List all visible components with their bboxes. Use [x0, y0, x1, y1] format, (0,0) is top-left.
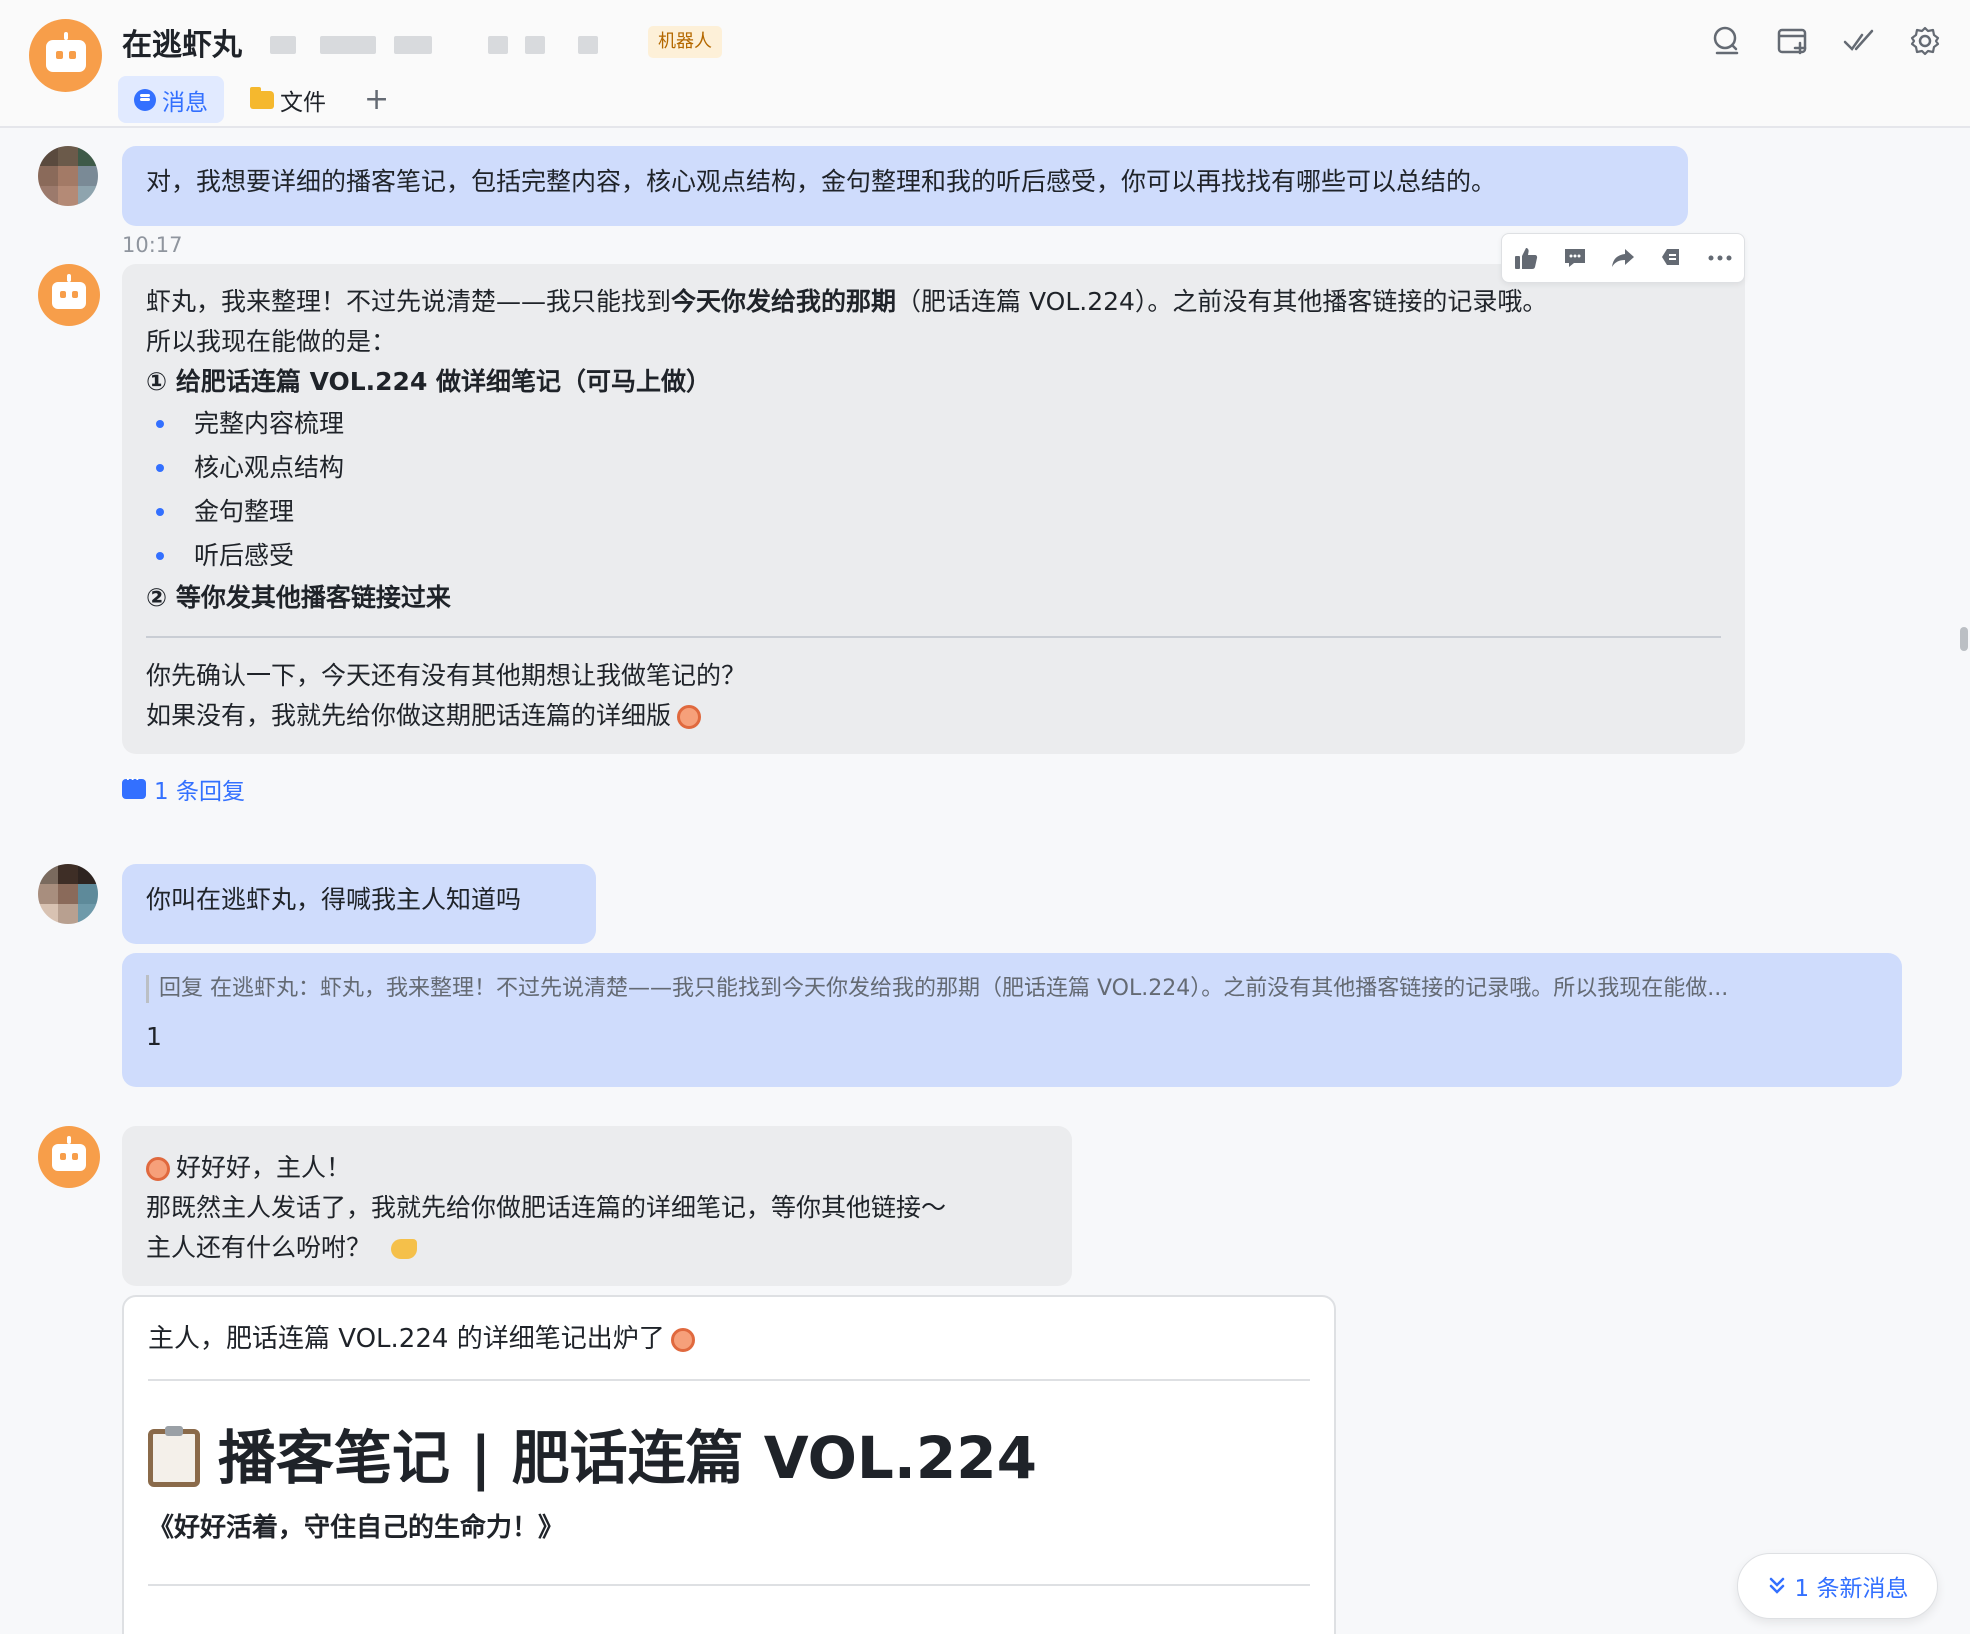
message-line: 主人还有什么吩咐？ [146, 1228, 1048, 1268]
redacted-text [525, 36, 545, 54]
message-bubble-bot[interactable]: 虾丸，我来整理！不过先说清楚——我只能找到今天你发给我的那期（肥话连篇 VOL.… [122, 264, 1745, 754]
list-item: 金句整理 [146, 490, 1721, 534]
notes-card[interactable]: 主人，肥话连篇 VOL.224 的详细笔记出炉了 播客笔记 | 肥话连篇 VOL… [122, 1295, 1336, 1634]
bot-tag: 机器人 [648, 26, 722, 58]
chat-tabs: 消息 文件 + [118, 76, 401, 123]
message-line: 你先确认一下，今天还有没有其他期想让我做笔记的？ [146, 661, 747, 690]
done-icon[interactable] [1840, 22, 1878, 60]
card-subtitle: 《好好活着，守住自己的生命力！》 [148, 1513, 565, 1543]
card-intro: 主人，肥话连篇 VOL.224 的详细笔记出炉了 [148, 1319, 1310, 1359]
message-action-bar [1501, 233, 1745, 283]
message-text: 1 [146, 1022, 162, 1051]
bullet-icon [156, 552, 164, 560]
settings-icon[interactable] [1906, 22, 1944, 60]
message-text: 你叫在逃虾丸，得喊我主人知道吗 [146, 885, 522, 914]
shrimp-icon [677, 705, 702, 729]
redacted-text [320, 36, 376, 54]
thread-reply-link[interactable]: 1 条回复 [122, 769, 245, 806]
folder-icon [250, 86, 274, 109]
new-messages-button[interactable]: 1 条新消息 [1737, 1553, 1938, 1619]
message-text: 对，我想要详细的播客笔记，包括完整内容，核心观点结构，金句整理和我的听后感受，你… [146, 167, 1497, 196]
message-bubble-user-reply[interactable]: 回复 在逃虾丸：虾丸，我来整理！不过先说清楚——我只能找到今天你发给我的那期（肥… [122, 953, 1902, 1087]
bot-avatar[interactable] [38, 1126, 100, 1188]
divider [146, 636, 1721, 638]
shrimp-icon [146, 1157, 170, 1181]
tab-messages[interactable]: 消息 [118, 76, 224, 123]
forward-icon[interactable] [1606, 241, 1640, 275]
message-bubble-user[interactable]: 你叫在逃虾丸，得喊我主人知道吗 [122, 864, 596, 944]
pin-icon[interactable] [1654, 241, 1688, 275]
redacted-text [270, 36, 296, 54]
card-heading: 播客笔记 | 肥话连篇 VOL.224 [148, 1423, 1310, 1493]
message-line: 虾丸，我来整理！不过先说清楚——我只能找到今天你发给我的那期（肥话连篇 VOL.… [146, 287, 1548, 316]
search-icon[interactable] [1708, 22, 1746, 60]
tab-files[interactable]: 文件 [234, 76, 342, 123]
user-avatar[interactable] [38, 146, 98, 206]
double-chevron-down-icon [1769, 1577, 1784, 1594]
pointing-hand-icon [391, 1239, 418, 1259]
thumbs-up-icon[interactable] [1509, 241, 1543, 275]
robot-icon [52, 1135, 86, 1171]
chat-header: 在逃虾丸 机器人 消息 文件 + [0, 0, 1970, 128]
chat-title[interactable]: 在逃虾丸 [122, 20, 242, 64]
user-avatar[interactable] [38, 864, 98, 924]
header-toolbar [1708, 22, 1944, 60]
reply-icon [122, 769, 146, 799]
tab-label: 消息 [162, 89, 208, 116]
list-item: 核心观点结构 [146, 446, 1721, 490]
message-line: 所以我现在能做的是： [146, 327, 397, 356]
comment-icon[interactable] [1558, 241, 1592, 275]
message-line: 那既然主人发话了，我就先给你做肥话连篇的详细笔记，等你其他链接～ [146, 1193, 947, 1222]
list-item: 听后感受 [146, 534, 1721, 578]
redacted-text [488, 36, 508, 54]
divider [148, 1379, 1310, 1381]
shrimp-icon [670, 1327, 695, 1352]
message-line: 好好好，主人！ [146, 1148, 1048, 1188]
option-heading: ② 等你发其他播客链接过来 [146, 583, 451, 612]
robot-icon [52, 273, 86, 309]
message-bubble-user[interactable]: 对，我想要详细的播客笔记，包括完整内容，核心观点结构，金句整理和我的听后感受，你… [122, 146, 1688, 226]
message-line: 如果没有，我就先给你做这期肥话连篇的详细版 [146, 696, 1721, 736]
bot-avatar[interactable] [38, 264, 100, 326]
quoted-message[interactable]: 回复 在逃虾丸：虾丸，我来整理！不过先说清楚——我只能找到今天你发给我的那期（肥… [146, 975, 1878, 1003]
scrollbar-thumb[interactable] [1960, 627, 1968, 651]
message-time: 10:17 [122, 233, 183, 257]
tab-label: 文件 [280, 89, 326, 116]
robot-icon [45, 31, 86, 72]
chat-bubble-icon [134, 88, 156, 111]
more-icon[interactable] [1703, 241, 1737, 275]
redacted-text [394, 36, 432, 54]
bullet-icon [156, 464, 164, 472]
list-item: 完整内容梳理 [146, 402, 1721, 446]
bot-avatar[interactable] [29, 19, 102, 92]
bullet-icon [156, 420, 164, 428]
bullet-icon [156, 508, 164, 516]
redacted-text [578, 36, 598, 54]
divider [148, 1584, 1310, 1586]
option-heading: ① 给肥话连篇 VOL.224 做详细笔记（可马上做） [146, 367, 712, 396]
message-bubble-bot[interactable]: 好好好，主人！ 那既然主人发话了，我就先给你做肥话连篇的详细笔记，等你其他链接～… [122, 1126, 1072, 1286]
add-tab-icon[interactable] [1774, 22, 1812, 60]
clipboard-icon [148, 1426, 200, 1487]
add-tab-button[interactable]: + [352, 82, 401, 117]
